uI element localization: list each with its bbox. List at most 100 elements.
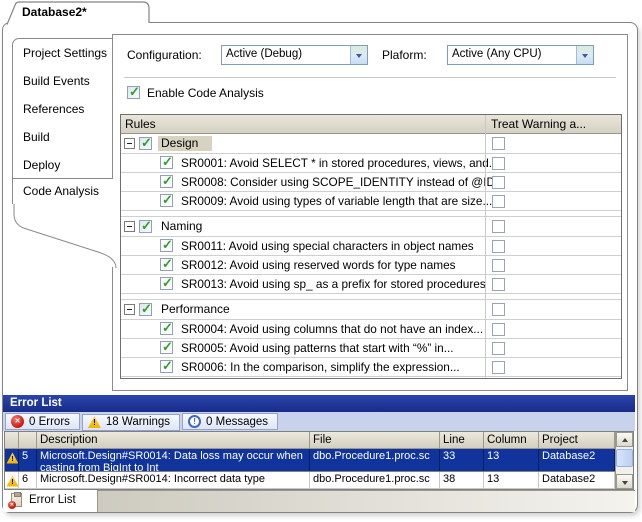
rule-row[interactable]: SR0001: Avoid SELECT * in stored procedu…: [121, 154, 621, 173]
configuration-dropdown[interactable]: Active (Debug): [221, 45, 368, 65]
rule-row[interactable]: SR0011: Avoid using special characters i…: [121, 237, 621, 256]
vertical-scrollbar[interactable]: [615, 432, 633, 489]
rule-row[interactable]: SR0008: Consider using SCOPE_IDENTITY in…: [121, 173, 621, 192]
treat-warning-checkbox[interactable]: [492, 303, 505, 316]
enable-code-analysis-checkbox[interactable]: [127, 86, 140, 99]
rule-label: SR0012: Avoid using reserved words for t…: [181, 258, 456, 272]
severity-cell: [5, 472, 19, 488]
platform-value: Active (Any CPU): [452, 48, 573, 60]
treat-warning-checkbox[interactable]: [492, 361, 505, 374]
file-cell: dbo.Procedure1.proc.sc: [310, 472, 440, 488]
rule-group-row[interactable]: Performance: [121, 300, 621, 320]
treat-warning-checkbox[interactable]: [492, 137, 505, 150]
treat-warning-checkbox[interactable]: [492, 342, 505, 355]
sidebar-item-deploy[interactable]: Deploy: [13, 151, 112, 179]
scroll-up-icon[interactable]: [616, 432, 633, 447]
rule-checkbox[interactable]: [160, 360, 173, 373]
rule-checkbox[interactable]: [160, 322, 173, 335]
collapse-icon[interactable]: [124, 138, 135, 149]
rule-checkbox[interactable]: [160, 175, 173, 188]
rule-checkbox[interactable]: [160, 258, 173, 271]
severity-cell: [5, 449, 19, 471]
separator: [124, 77, 616, 78]
treat-warning-checkbox[interactable]: [492, 176, 505, 189]
line-cell: 33: [440, 449, 484, 471]
rule-group-row[interactable]: Design: [121, 134, 621, 154]
description-column-header[interactable]: Description: [37, 432, 310, 449]
project-cell: Database2: [539, 449, 615, 471]
chevron-down-icon[interactable]: [350, 46, 367, 64]
treat-warning-checkbox[interactable]: [492, 259, 505, 272]
group-checkbox[interactable]: [139, 303, 152, 316]
treat-warning-checkbox[interactable]: [492, 220, 505, 233]
document-tab-label[interactable]: Database2*: [22, 5, 87, 19]
rules-column-header: Rules: [125, 117, 156, 131]
settings-nav: Project SettingsBuild EventsReferencesBu…: [12, 38, 113, 179]
sidebar-item-build[interactable]: Build: [13, 123, 112, 151]
column-column-header[interactable]: Column: [484, 432, 539, 449]
scroll-down-icon[interactable]: [616, 474, 633, 489]
rule-row[interactable]: SR0012: Avoid using reserved words for t…: [121, 256, 621, 275]
severity-column-header[interactable]: [5, 432, 19, 449]
error-row[interactable]: 6Microsoft.Design#SR0014: Incorrect data…: [5, 472, 615, 489]
rule-checkbox[interactable]: [160, 156, 173, 169]
rule-group-label: Performance: [158, 302, 244, 317]
rule-row[interactable]: SR0013: Avoid using sp_ as a prefix for …: [121, 275, 621, 294]
sidebar-item-label: Code Analysis: [23, 184, 99, 198]
tab-error-list[interactable]: Error List: [3, 490, 98, 512]
platform-label: Plaform:: [382, 48, 427, 62]
rule-checkbox[interactable]: [160, 239, 173, 252]
group-checkbox[interactable]: [139, 137, 152, 150]
filter-button-label: 18 Warnings: [106, 416, 170, 428]
error-icon: [11, 415, 24, 428]
sidebar-item-references[interactable]: References: [13, 95, 112, 123]
treat-warning-checkbox[interactable]: [492, 157, 505, 170]
project-column-header[interactable]: Project: [539, 432, 615, 449]
line-cell: 38: [440, 472, 484, 488]
rule-row[interactable]: SR0004: Avoid using columns that do not …: [121, 320, 621, 339]
group-checkbox[interactable]: [139, 220, 152, 233]
treat-warning-checkbox[interactable]: [492, 278, 505, 291]
collapse-icon[interactable]: [124, 304, 135, 315]
collapse-icon[interactable]: [124, 221, 135, 232]
enable-code-analysis-label: Enable Code Analysis: [147, 86, 264, 100]
filter-button-0-messages[interactable]: 0 Messages: [182, 413, 278, 430]
rule-group-row[interactable]: Naming: [121, 217, 621, 237]
sidebar-item-build-events[interactable]: Build Events: [13, 67, 112, 95]
error-grid: Description File Line Column Project 5Mi…: [4, 431, 634, 490]
treat-warning-checkbox[interactable]: [492, 240, 505, 253]
rules-table-header: Rules Treat Warning a...: [121, 115, 621, 134]
filter-button-label: 0 Errors: [29, 416, 70, 428]
properties-window: Project SettingsBuild EventsReferencesBu…: [2, 22, 638, 513]
filter-button-0-errors[interactable]: 0 Errors: [5, 413, 80, 430]
warning-icon: [7, 475, 19, 486]
error-list-tab-label: Error List: [29, 494, 76, 506]
message-icon: [188, 415, 201, 428]
warning-icon: [7, 452, 19, 463]
treat-warning-checkbox[interactable]: [492, 323, 505, 336]
number-column-header[interactable]: [19, 432, 37, 449]
error-row[interactable]: 5Microsoft.Design#SR0014: Data loss may …: [5, 449, 615, 472]
rule-row[interactable]: SR0006: In the comparison, simplify the …: [121, 358, 621, 377]
line-column-header[interactable]: Line: [440, 432, 484, 449]
rule-checkbox[interactable]: [160, 341, 173, 354]
rule-checkbox[interactable]: [160, 277, 173, 290]
description-cell: Microsoft.Design#SR0014: Data loss may o…: [37, 449, 310, 471]
rule-row[interactable]: SR0005: Avoid using patterns that start …: [121, 339, 621, 358]
filter-button-18-warnings[interactable]: 18 Warnings: [82, 414, 180, 431]
configuration-label: Configuration:: [127, 48, 202, 62]
chevron-down-icon[interactable]: [576, 46, 593, 64]
treat-warning-checkbox[interactable]: [492, 195, 505, 208]
file-column-header[interactable]: File: [310, 432, 440, 449]
scrollbar-thumb[interactable]: [616, 449, 633, 467]
rule-label: SR0001: Avoid SELECT * in stored procedu…: [181, 156, 499, 170]
rule-checkbox[interactable]: [160, 194, 173, 207]
rule-row[interactable]: SR0009: Avoid using types of variable le…: [121, 192, 621, 211]
platform-dropdown[interactable]: Active (Any CPU): [447, 45, 594, 65]
sidebar-item-code-analysis[interactable]: Code Analysis: [12, 179, 113, 204]
rule-label: SR0004: Avoid using columns that do not …: [181, 322, 483, 336]
project-cell: Database2: [539, 472, 615, 488]
treat-warning-column-header: Treat Warning a...: [491, 117, 586, 131]
selected-tab-curl: [11, 204, 117, 270]
sidebar-item-project-settings[interactable]: Project Settings: [13, 39, 112, 67]
